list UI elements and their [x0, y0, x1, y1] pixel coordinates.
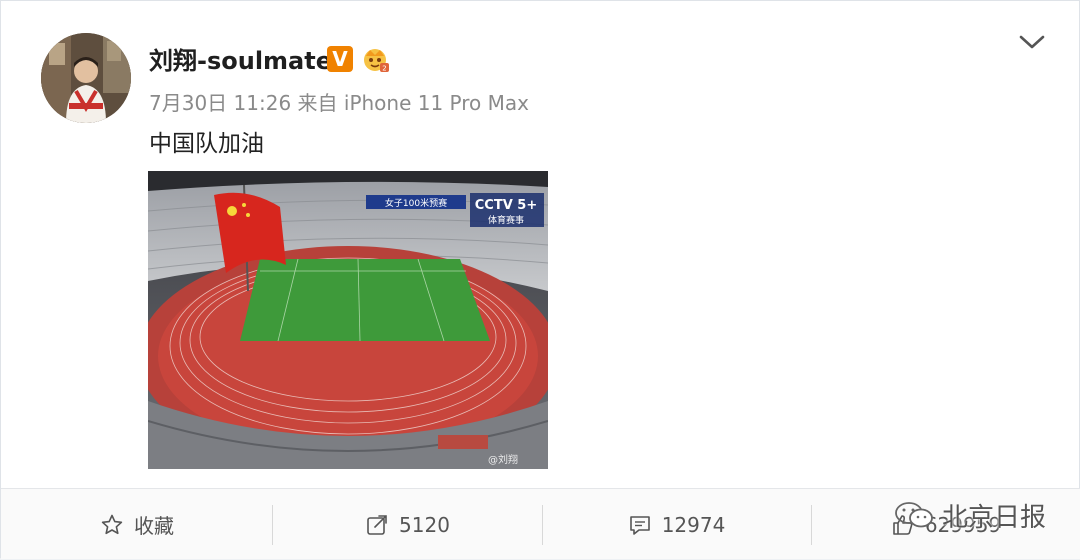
wechat-icon	[894, 500, 934, 530]
share-icon	[365, 513, 389, 537]
comment-button[interactable]: 12974	[542, 489, 811, 560]
stadium-photo: 女子100米预赛 CCTV 5+ 体育赛事 @刘翔	[148, 171, 548, 469]
post-image[interactable]: 女子100米预赛 CCTV 5+ 体育赛事 @刘翔	[148, 171, 548, 469]
post-text: 中国队加油	[149, 131, 264, 157]
crown-badge-icon: 2	[364, 49, 389, 73]
avatar[interactable]	[41, 33, 131, 123]
newspaper-watermark: 北京日报	[894, 495, 1046, 535]
comment-count: 12974	[661, 512, 726, 537]
scoreboard-text: 女子100米预赛	[385, 197, 447, 209]
star-icon	[100, 513, 124, 537]
broadcaster-logo: CCTV 5+	[475, 198, 537, 213]
avatar-image	[41, 33, 131, 123]
weibo-post-card: 刘翔-soulmate V 2 7月30日 11:26 来自 iPhone 11…	[0, 0, 1080, 560]
post-meta: 7月30日 11:26 来自 iPhone 11 Pro Max	[149, 87, 529, 116]
broadcaster-subtitle: 体育赛事	[488, 214, 524, 226]
repost-count: 5120	[399, 512, 450, 537]
post-source: 来自 iPhone 11 Pro Max	[297, 91, 529, 115]
author-name[interactable]: 刘翔-soulmate	[149, 41, 332, 76]
watermark-text: 北京日报	[942, 502, 1047, 533]
chevron-down-icon[interactable]	[1017, 29, 1047, 55]
favorite-label: 收藏	[134, 514, 174, 538]
favorite-button[interactable]: 收藏	[1, 489, 273, 560]
image-watermark: @刘翔	[488, 453, 518, 466]
verified-badge-icon: V	[327, 46, 353, 72]
post-timestamp[interactable]: 7月30日 11:26	[149, 91, 291, 115]
svg-text:2: 2	[382, 65, 386, 73]
comment-icon	[628, 513, 652, 537]
repost-button[interactable]: 5120	[273, 489, 542, 560]
